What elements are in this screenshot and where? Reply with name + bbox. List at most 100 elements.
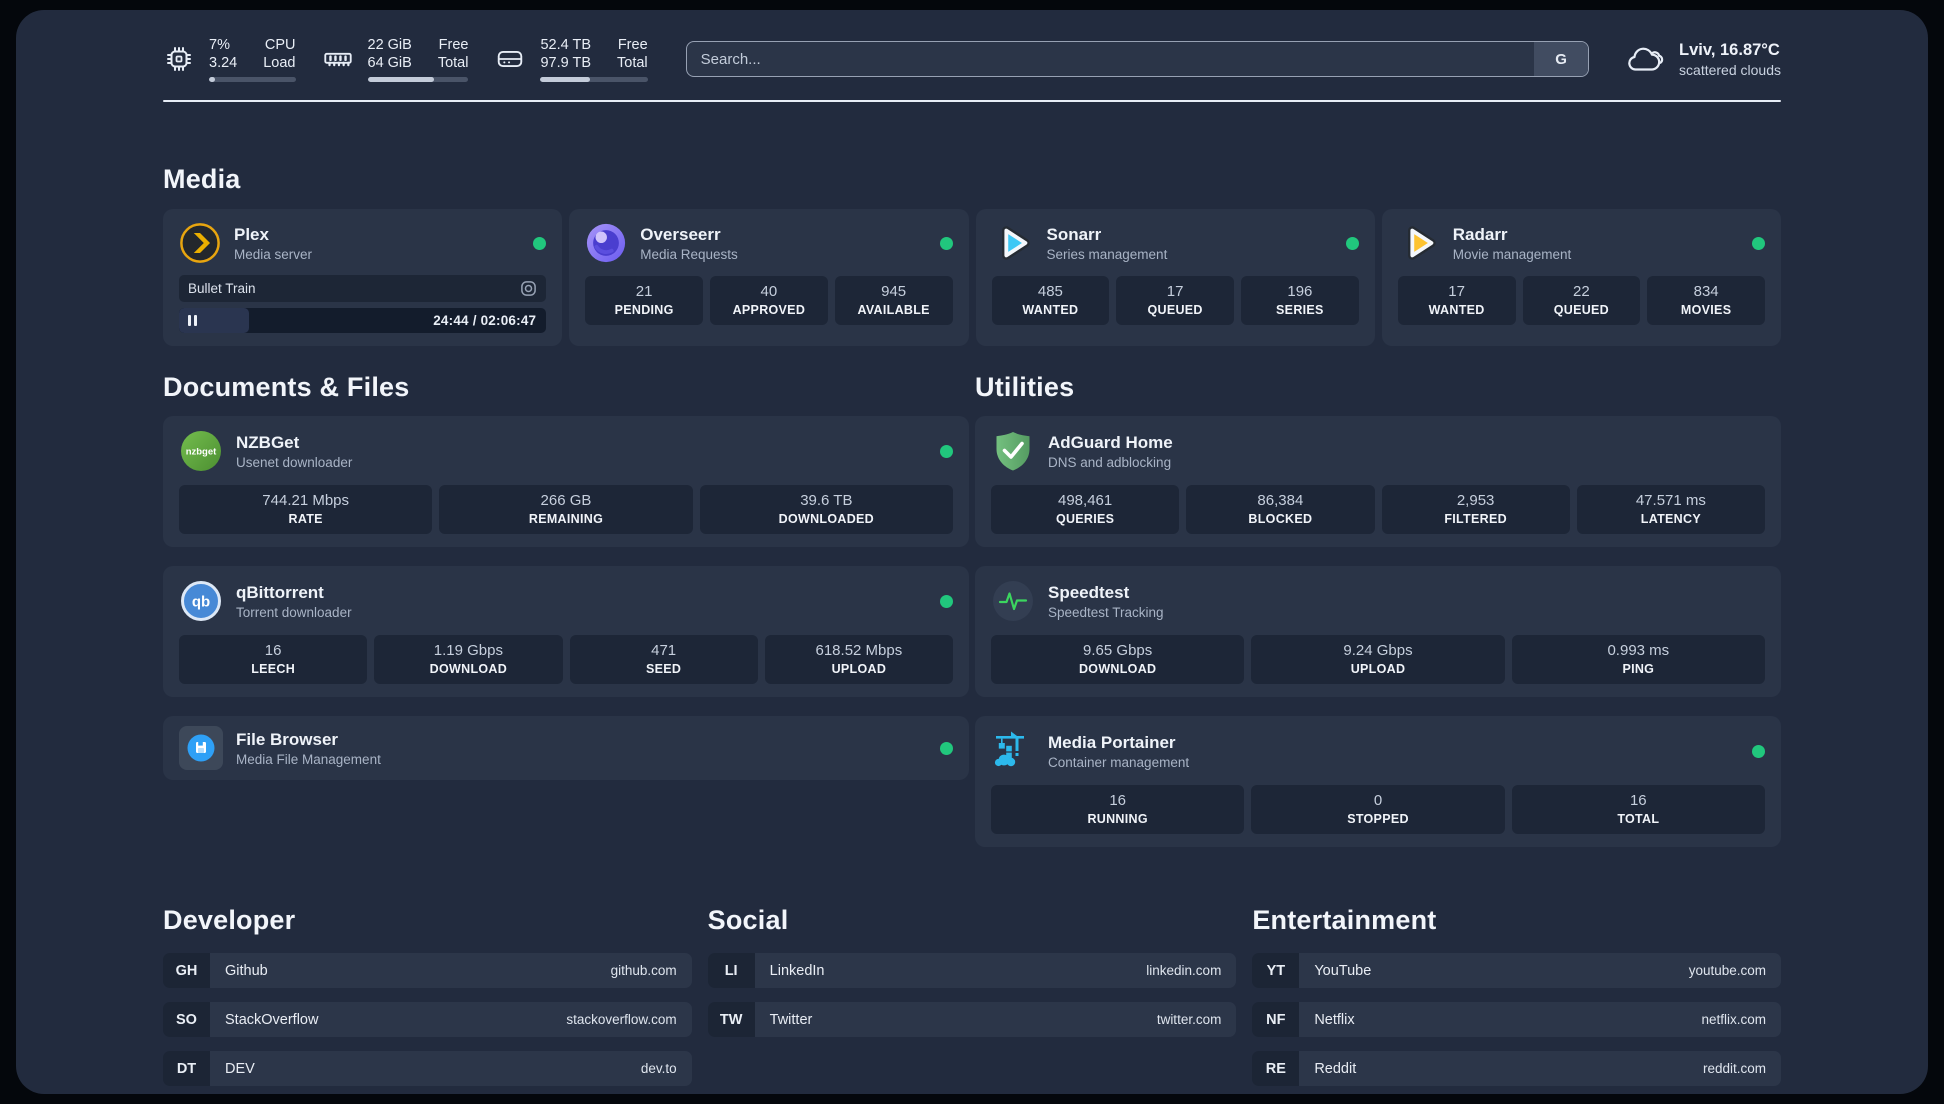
adguard-icon bbox=[996, 432, 1030, 471]
stat-box: 9.65 Gbps DOWNLOAD bbox=[991, 635, 1245, 684]
status-dot bbox=[939, 236, 953, 250]
status-dot bbox=[940, 741, 953, 755]
link-row-reddit[interactable]: RE Reddit reddit.com bbox=[1252, 1051, 1781, 1086]
app-title: Overseerr bbox=[640, 225, 721, 244]
stat-box: 17 WANTED bbox=[1397, 276, 1516, 325]
app-subtitle: Media Requests bbox=[640, 247, 738, 262]
stat-box: 22 QUEUED bbox=[1522, 276, 1641, 325]
app-title: NZBGet bbox=[236, 433, 300, 452]
link-name: LinkedIn bbox=[769, 962, 825, 979]
app-card-sonarr[interactable]: Sonarr Series management 485 WANTED 17 QUE… bbox=[975, 209, 1375, 346]
stat-box: 47.571 ms LATENCY bbox=[1576, 485, 1765, 534]
status-dot bbox=[533, 236, 547, 250]
section-title-entertainment: Entertainment bbox=[1252, 905, 1437, 935]
link-url: reddit.com bbox=[1702, 1061, 1766, 1076]
link-row-linkedin[interactable]: LI LinkedIn linkedin.com bbox=[707, 953, 1237, 988]
section-title-utilities: Utilities bbox=[975, 372, 1075, 402]
weather-widget: Lviv, 16.87°C scattered clouds bbox=[1623, 40, 1781, 79]
radarr-icon bbox=[1407, 226, 1436, 260]
app-subtitle: Speedtest Tracking bbox=[1048, 605, 1164, 620]
app-card-qbittorrent[interactable]: qb qBittorrent Torrent downloader 16 LEEC… bbox=[163, 566, 969, 697]
app-card-filebrowser[interactable]: File Browser Media File Management bbox=[163, 716, 969, 780]
stat-box: 16 TOTAL bbox=[1511, 785, 1765, 834]
disk-total-value: 97.9 TB bbox=[540, 55, 592, 71]
link-row-twitter[interactable]: TW Twitter twitter.com bbox=[707, 1002, 1237, 1037]
link-name: Github bbox=[225, 962, 268, 979]
search-engine-button[interactable]: G bbox=[1534, 42, 1589, 76]
link-row-netflix[interactable]: NF Netflix netflix.com bbox=[1252, 1002, 1781, 1037]
search-input[interactable] bbox=[686, 42, 1535, 76]
link-url: dev.to bbox=[640, 1061, 677, 1076]
cpu-widget: 7% 3.24 CPU Load bbox=[163, 36, 296, 82]
stat-box: 744.21 Mbps RATE bbox=[179, 485, 433, 534]
status-dot bbox=[1752, 744, 1765, 758]
pause-icon[interactable] bbox=[188, 315, 197, 326]
cpu-chip-icon bbox=[167, 47, 191, 71]
stat-box: 17 QUEUED bbox=[1116, 276, 1234, 325]
link-url: linkedin.com bbox=[1146, 963, 1222, 978]
app-title: Radarr bbox=[1452, 225, 1508, 244]
stat-box: 2,953 FILTERED bbox=[1381, 485, 1570, 534]
link-url: stackoverflow.com bbox=[566, 1012, 677, 1027]
section-title-media: Media bbox=[163, 164, 241, 194]
sonarr-icon bbox=[1001, 226, 1030, 260]
now-playing-title: Bullet Train bbox=[188, 281, 256, 296]
stat-box: 498,461 QUERIES bbox=[991, 485, 1180, 534]
status-dot bbox=[940, 594, 953, 608]
topbar-divider bbox=[163, 100, 1781, 102]
utilities-column: AdGuard Home DNS and adblocking 498,461 Q… bbox=[975, 416, 1781, 847]
app-card-overseerr[interactable]: Overseerr Media Requests 21 PENDING 40 APP… bbox=[569, 209, 969, 346]
link-tag: NF bbox=[1252, 1002, 1300, 1037]
qbittorrent-icon: qb bbox=[181, 581, 221, 621]
memory-progress-bar bbox=[367, 77, 469, 82]
stat-box: 86,384 BLOCKED bbox=[1186, 485, 1375, 534]
app-card-plex[interactable]: Plex Media server Bullet Train 24:44 / 0 bbox=[163, 209, 563, 346]
memory-free-label: Free bbox=[438, 37, 469, 53]
link-row-dev[interactable]: DT DEV dev.to bbox=[163, 1051, 692, 1086]
playback-progress-bar[interactable]: 24:44 / 02:06:47 bbox=[179, 308, 547, 333]
link-tag: GH bbox=[163, 953, 210, 988]
nzbget-icon: nzbget bbox=[181, 431, 221, 471]
now-playing-row: Bullet Train bbox=[179, 275, 547, 302]
svg-text:nzbget: nzbget bbox=[186, 447, 217, 458]
cpu-load-value: 3.24 bbox=[209, 55, 238, 71]
link-tag: TW bbox=[707, 1002, 755, 1037]
link-tag: RE bbox=[1252, 1051, 1300, 1086]
app-card-nzbget[interactable]: nzbget NZBGet Usenet downloader 744.21 M… bbox=[163, 416, 969, 547]
cpu-load-label: Load bbox=[263, 55, 296, 71]
links-section-social: Social LI LinkedIn linkedin.com TW Twitte… bbox=[707, 905, 1237, 1086]
link-name: Netflix bbox=[1314, 1011, 1355, 1028]
app-card-speedtest[interactable]: Speedtest Speedtest Tracking 9.65 Gbps DO… bbox=[975, 566, 1781, 697]
memory-total-value: 64 GiB bbox=[367, 55, 412, 71]
links-section-entertainment: Entertainment YT YouTube youtube.com NF N… bbox=[1252, 905, 1781, 1086]
app-card-radarr[interactable]: Radarr Movie management 17 WANTED 22 QUEUE… bbox=[1381, 209, 1781, 346]
link-tag: LI bbox=[707, 953, 755, 988]
memory-free-value: 22 GiB bbox=[367, 37, 412, 53]
media-grid: Plex Media server Bullet Train 24:44 / 0 bbox=[163, 209, 1781, 346]
stat-box: 471 SEED bbox=[569, 635, 758, 684]
stat-box: 9.24 Gbps UPLOAD bbox=[1251, 635, 1505, 684]
link-name: YouTube bbox=[1314, 962, 1372, 979]
link-row-github[interactable]: GH Github github.com bbox=[163, 953, 692, 988]
documents-column: nzbget NZBGet Usenet downloader 744.21 M… bbox=[163, 416, 969, 780]
app-title: qBittorrent bbox=[236, 583, 324, 602]
app-title: Media Portainer bbox=[1048, 733, 1176, 752]
playback-time: 24:44 / 02:06:47 bbox=[433, 313, 537, 328]
weather-headline: Lviv, 16.87°C bbox=[1679, 40, 1780, 59]
link-row-stackoverflow[interactable]: SO StackOverflow stackoverflow.com bbox=[163, 1002, 692, 1037]
app-card-portainer[interactable]: Media Portainer Container management 16 R… bbox=[975, 716, 1781, 847]
app-card-adguard[interactable]: AdGuard Home DNS and adblocking 498,461 Q… bbox=[975, 416, 1781, 547]
app-title: Speedtest bbox=[1048, 583, 1130, 602]
link-row-youtube[interactable]: YT YouTube youtube.com bbox=[1252, 953, 1781, 988]
link-url: netflix.com bbox=[1701, 1012, 1766, 1027]
top-bar: 7% 3.24 CPU Load 22 GiB 64 GiB Free Tota… bbox=[163, 34, 1781, 84]
link-tag: DT bbox=[163, 1051, 210, 1086]
cloud-icon bbox=[1628, 47, 1664, 71]
stat-box: 0.993 ms PING bbox=[1511, 635, 1765, 684]
app-subtitle: Media File Management bbox=[236, 752, 381, 767]
section-title-social: Social bbox=[707, 905, 789, 935]
ram-icon bbox=[323, 52, 352, 67]
cpu-usage-value: 7% bbox=[209, 37, 230, 53]
section-title-developer: Developer bbox=[163, 905, 296, 935]
memory-total-label: Total bbox=[437, 55, 469, 71]
